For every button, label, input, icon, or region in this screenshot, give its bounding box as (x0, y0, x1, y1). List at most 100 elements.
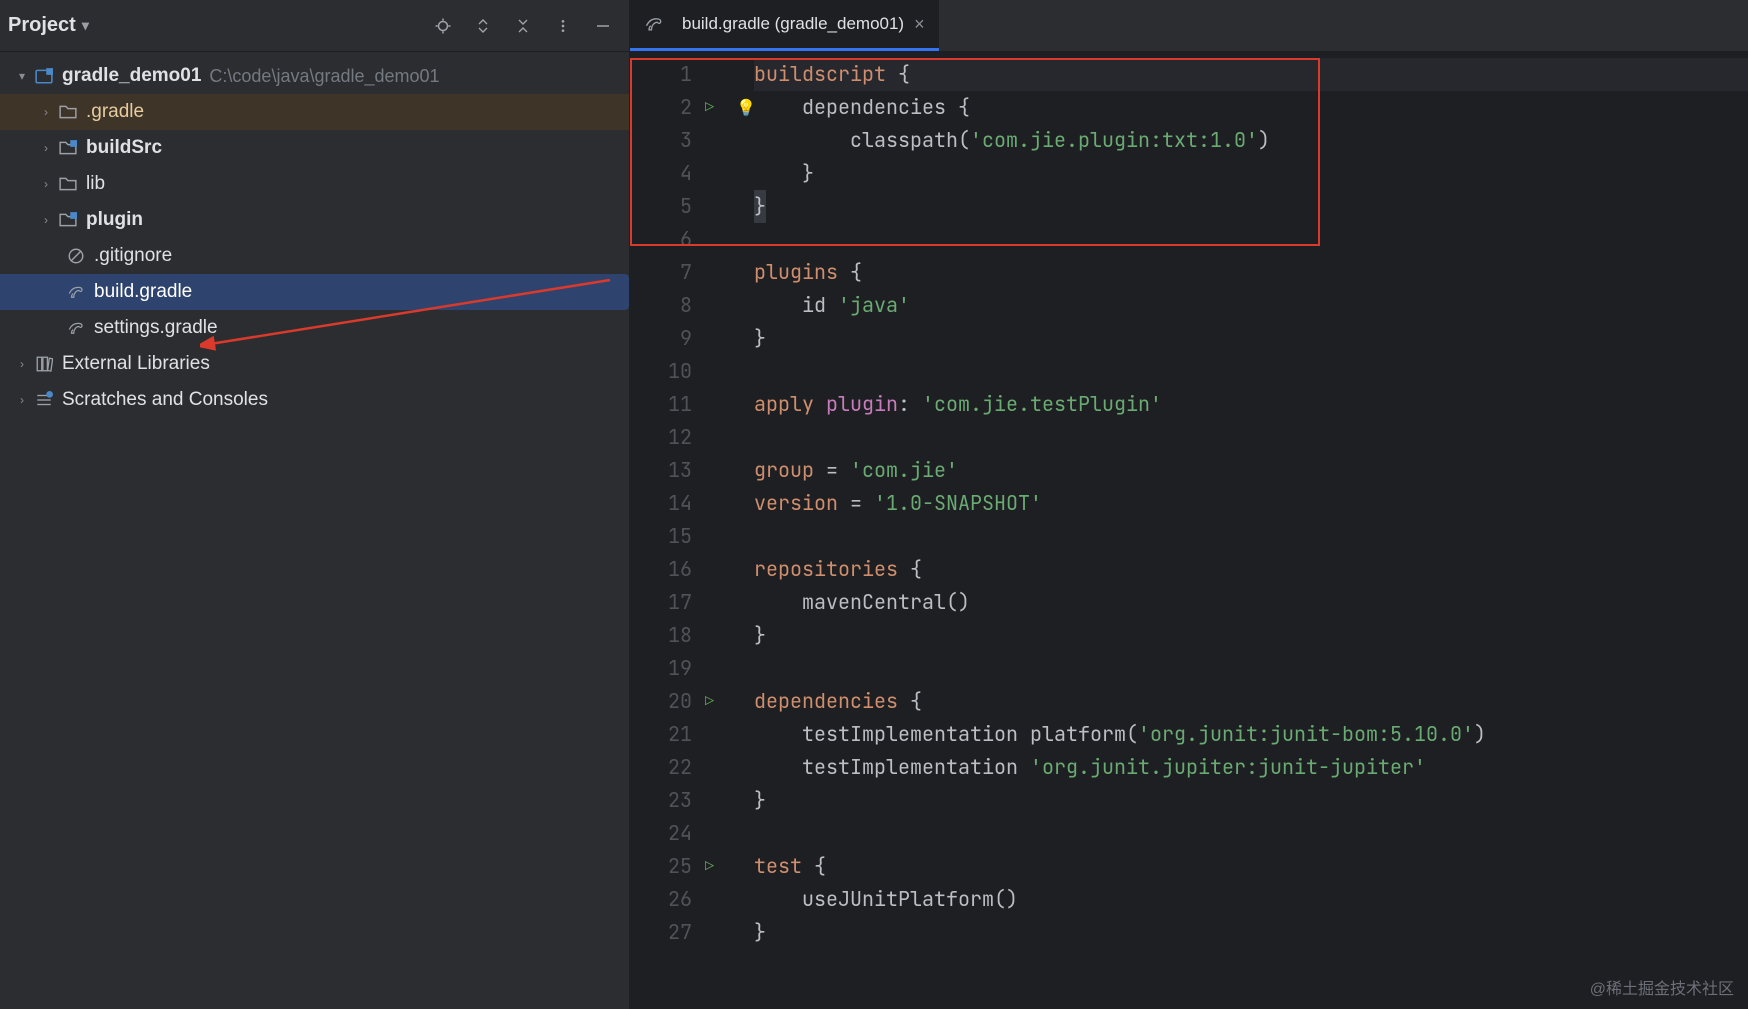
tree-extra-label: External Libraries (62, 353, 210, 375)
gutter-line[interactable]: 7 (630, 256, 712, 289)
tree-item-lib[interactable]: ›lib (0, 166, 629, 202)
gutter-line[interactable]: 4 (630, 157, 712, 190)
gutter-line[interactable]: 23 (630, 784, 712, 817)
code-line[interactable]: } (754, 916, 1748, 949)
library-icon (34, 390, 54, 410)
sidebar-header: Project ▾ (0, 0, 629, 52)
tab-bar: build.gradle (gradle_demo01) × (630, 0, 1748, 52)
gutter-line[interactable]: 3 (630, 124, 712, 157)
gradle-icon (66, 318, 86, 338)
expand-all-icon[interactable] (473, 16, 493, 36)
code-line[interactable]: testImplementation 'org.junit.jupiter:ju… (754, 751, 1748, 784)
code-line[interactable] (754, 421, 1748, 454)
code-line[interactable]: group = 'com.jie' (754, 454, 1748, 487)
tree-item-label: buildSrc (86, 137, 162, 159)
tree-extra[interactable]: ›External Libraries (0, 346, 629, 382)
code-line[interactable]: buildscript { (754, 58, 1748, 91)
tree-item--gitignore[interactable]: .gitignore (0, 238, 629, 274)
gutter-line[interactable]: 18 (630, 619, 712, 652)
gutter-line[interactable]: 6 (630, 223, 712, 256)
gutter-line[interactable]: 27 (630, 916, 712, 949)
gutter-line[interactable]: 25▷ (630, 850, 712, 883)
chevron-down-icon: ▾ (82, 17, 89, 34)
project-sidebar: Project ▾ ▾ (0, 0, 630, 1009)
tree-item-settings-gradle[interactable]: settings.gradle (0, 310, 629, 346)
code-line[interactable]: apply plugin: 'com.jie.testPlugin' (754, 388, 1748, 421)
collapse-all-icon[interactable] (513, 16, 533, 36)
code-line[interactable]: } (754, 784, 1748, 817)
code-line[interactable]: } (754, 322, 1748, 355)
code-line[interactable]: useJUnitPlatform() (754, 883, 1748, 916)
editor-body[interactable]: 12▷💡34567891011121314151617181920▷212223… (630, 52, 1748, 1009)
library-icon (34, 354, 54, 374)
chevron-right-icon: › (38, 212, 54, 228)
tree-item-plugin[interactable]: ›plugin (0, 202, 629, 238)
code-line[interactable]: repositories { (754, 553, 1748, 586)
code-line[interactable] (754, 817, 1748, 850)
code-line[interactable]: dependencies { (754, 91, 1748, 124)
chevron-right-icon: › (38, 104, 54, 120)
tree-item--gradle[interactable]: ›.gradle (0, 94, 629, 130)
gutter-line[interactable]: 11 (630, 388, 712, 421)
tree-item-label: .gitignore (94, 245, 172, 267)
gutter-line[interactable]: 22 (630, 751, 712, 784)
gutter-line[interactable]: 16 (630, 553, 712, 586)
code-line[interactable]: testImplementation platform('org.junit:j… (754, 718, 1748, 751)
gutter-line[interactable]: 20▷ (630, 685, 712, 718)
code-line[interactable]: } (754, 619, 1748, 652)
gutter-line[interactable]: 21 (630, 718, 712, 751)
tree-item-buildSrc[interactable]: ›buildSrc (0, 130, 629, 166)
project-title-label: Project (8, 14, 76, 37)
close-icon[interactable]: × (914, 14, 925, 35)
gutter-line[interactable]: 17 (630, 586, 712, 619)
folder-icon (58, 174, 78, 194)
gutter-line[interactable]: 13 (630, 454, 712, 487)
gutter-line[interactable]: 14 (630, 487, 712, 520)
code-line[interactable]: } (754, 190, 1748, 223)
hide-icon[interactable] (593, 16, 613, 36)
code-line[interactable]: mavenCentral() (754, 586, 1748, 619)
code-line[interactable] (754, 652, 1748, 685)
tree-root-path: C:\code\java\gradle_demo01 (209, 66, 439, 87)
gutter-line[interactable]: 12 (630, 421, 712, 454)
locate-icon[interactable] (433, 16, 453, 36)
tab-build-gradle[interactable]: build.gradle (gradle_demo01) × (630, 0, 939, 51)
tree-extra[interactable]: ›Scratches and Consoles (0, 382, 629, 418)
chevron-down-icon: ▾ (14, 68, 30, 84)
code-line[interactable] (754, 355, 1748, 388)
gutter-line[interactable]: 24 (630, 817, 712, 850)
code-line[interactable] (754, 223, 1748, 256)
tree-item-build-gradle[interactable]: build.gradle (0, 274, 629, 310)
gutter-line[interactable]: 2▷💡 (630, 91, 712, 124)
tree-root[interactable]: ▾ gradle_demo01 C:\code\java\gradle_demo… (0, 58, 629, 94)
folder-icon (58, 102, 78, 122)
gutter-line[interactable]: 5 (630, 190, 712, 223)
watermark: @稀土掘金技术社区 (1590, 975, 1734, 999)
more-icon[interactable] (553, 16, 573, 36)
gutter-line[interactable]: 15 (630, 520, 712, 553)
gutter: 12▷💡34567891011121314151617181920▷212223… (630, 58, 712, 1009)
gutter-line[interactable]: 8 (630, 289, 712, 322)
project-tree: ▾ gradle_demo01 C:\code\java\gradle_demo… (0, 52, 629, 418)
gutter-line[interactable]: 1 (630, 58, 712, 91)
editor-area: build.gradle (gradle_demo01) × 12▷💡34567… (630, 0, 1748, 1009)
module-icon (58, 210, 78, 230)
gradle-icon (644, 14, 664, 34)
code-line[interactable] (754, 520, 1748, 553)
code-line[interactable]: } (754, 157, 1748, 190)
tree-extra-label: Scratches and Consoles (62, 389, 268, 411)
tree-item-label: build.gradle (94, 281, 192, 303)
code-line[interactable]: plugins { (754, 256, 1748, 289)
code-line[interactable]: test { (754, 850, 1748, 883)
project-tool-title[interactable]: Project ▾ (8, 14, 89, 37)
gutter-line[interactable]: 9 (630, 322, 712, 355)
code-line[interactable]: dependencies { (754, 685, 1748, 718)
code-line[interactable]: id 'java' (754, 289, 1748, 322)
tree-item-label: settings.gradle (94, 317, 218, 339)
code-line[interactable]: version = '1.0-SNAPSHOT' (754, 487, 1748, 520)
code-line[interactable]: classpath('com.jie.plugin:txt:1.0') (754, 124, 1748, 157)
code-content[interactable]: buildscript { dependencies { classpath('… (712, 58, 1748, 1009)
gutter-line[interactable]: 19 (630, 652, 712, 685)
gutter-line[interactable]: 10 (630, 355, 712, 388)
gutter-line[interactable]: 26 (630, 883, 712, 916)
